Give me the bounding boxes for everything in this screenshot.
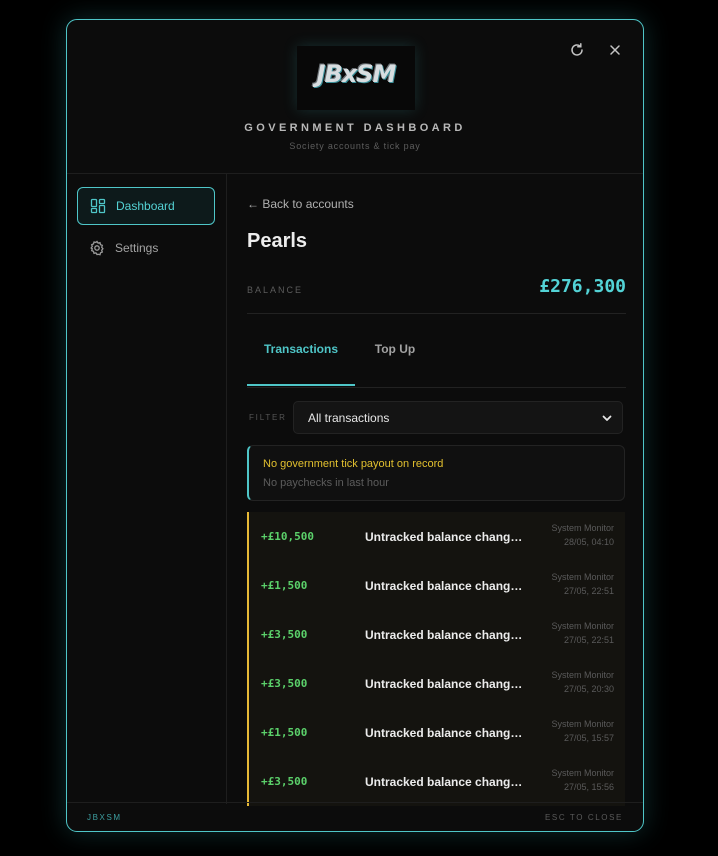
- transaction-source: System Monitor: [551, 523, 614, 533]
- balance-label: BALANCE: [247, 285, 304, 295]
- refresh-icon: [571, 43, 583, 56]
- transaction-row[interactable]: +£1,500 Untracked balance change detecte…: [247, 561, 625, 610]
- transaction-amount: +£3,500: [261, 628, 308, 641]
- transaction-row[interactable]: +£3,500 Untracked balance change detecte…: [247, 610, 625, 659]
- transaction-description: Untracked balance change detected: [365, 726, 528, 740]
- transaction-filter-select[interactable]: All transactions: [293, 401, 623, 434]
- page-subtitle: Society accounts & tick pay: [289, 141, 421, 151]
- gear-icon: [89, 240, 105, 256]
- transaction-description: Untracked balance change detected: [365, 530, 528, 544]
- close-button[interactable]: [604, 39, 626, 61]
- transaction-row[interactable]: +£1,500 Untracked balance change detecte…: [247, 708, 625, 757]
- notice-subtitle: No paychecks in last hour: [263, 477, 389, 489]
- account-detail: ← Back to accounts Pearls BALANCE £276,3…: [247, 174, 626, 806]
- refresh-button[interactable]: [566, 39, 588, 61]
- transaction-source: System Monitor: [551, 670, 614, 680]
- transaction-time: 27/05, 22:51: [563, 635, 614, 645]
- balance-value: £276,300: [539, 276, 626, 297]
- transaction-amount: +£3,500: [261, 775, 308, 788]
- sidebar-item-dashboard[interactable]: Dashboard: [77, 187, 215, 225]
- brand-logo: JBxSM: [297, 46, 415, 110]
- transaction-time: 27/05, 15:56: [563, 782, 614, 792]
- transaction-time: 28/05, 04:10: [563, 537, 614, 547]
- payout-notice: No government tick payout on record No p…: [247, 445, 625, 501]
- filter-label: FILTER: [249, 413, 287, 422]
- sidebar-item-label: Settings: [115, 241, 159, 255]
- footer-brand: JBXSM: [87, 813, 122, 822]
- transaction-description: Untracked balance change detected: [365, 628, 528, 642]
- tab-transactions[interactable]: Transactions: [247, 340, 355, 386]
- filter-selected-value: All transactions: [308, 410, 390, 425]
- transaction-row[interactable]: +£3,500 Untracked balance change detecte…: [247, 659, 625, 708]
- footer: JBXSM ESC TO CLOSE: [67, 802, 643, 831]
- back-to-accounts-link[interactable]: ← Back to accounts: [247, 197, 354, 211]
- divider: [247, 313, 626, 314]
- transaction-time: 27/05, 15:57: [563, 733, 614, 743]
- sidebar: Dashboard Settings: [67, 174, 227, 804]
- transaction-amount: +£1,500: [261, 579, 308, 592]
- transaction-list: +£10,500 Untracked balance change detect…: [247, 512, 625, 806]
- transaction-row[interactable]: +£3,500 Untracked balance change detecte…: [247, 757, 625, 806]
- account-name: Pearls: [247, 230, 308, 252]
- close-icon: [610, 45, 620, 55]
- transaction-source: System Monitor: [551, 719, 614, 729]
- sidebar-item-label: Dashboard: [116, 199, 175, 213]
- transaction-source: System Monitor: [551, 572, 614, 582]
- transaction-time: 27/05, 20:30: [563, 684, 614, 694]
- transaction-amount: +£3,500: [261, 677, 308, 690]
- esc-to-close-hint: ESC TO CLOSE: [544, 813, 623, 822]
- logo-text: JBxSM: [316, 60, 397, 88]
- dashboard-grid-icon: [90, 198, 106, 214]
- tab-bar: Transactions Top Up: [247, 340, 626, 388]
- transaction-amount: +£1,500: [261, 726, 308, 739]
- transaction-description: Untracked balance change detected: [365, 775, 528, 789]
- transaction-time: 27/05, 22:51: [563, 586, 614, 596]
- tab-top-up[interactable]: Top Up: [361, 340, 429, 386]
- transaction-source: System Monitor: [551, 768, 614, 778]
- sidebar-item-settings[interactable]: Settings: [77, 229, 215, 267]
- dashboard-window: JBxSM GOVERNMENT DASHBOARD Society accou…: [66, 19, 644, 832]
- header: JBxSM GOVERNMENT DASHBOARD Society accou…: [67, 20, 643, 174]
- page-title: GOVERNMENT DASHBOARD: [244, 122, 466, 134]
- transaction-row[interactable]: +£10,500 Untracked balance change detect…: [247, 512, 625, 561]
- chevron-down-icon: [601, 412, 613, 424]
- transaction-source: System Monitor: [551, 621, 614, 631]
- transaction-description: Untracked balance change detected: [365, 677, 528, 691]
- notice-title: No government tick payout on record: [263, 458, 444, 470]
- transaction-amount: +£10,500: [261, 530, 314, 543]
- transaction-description: Untracked balance change detected: [365, 579, 528, 593]
